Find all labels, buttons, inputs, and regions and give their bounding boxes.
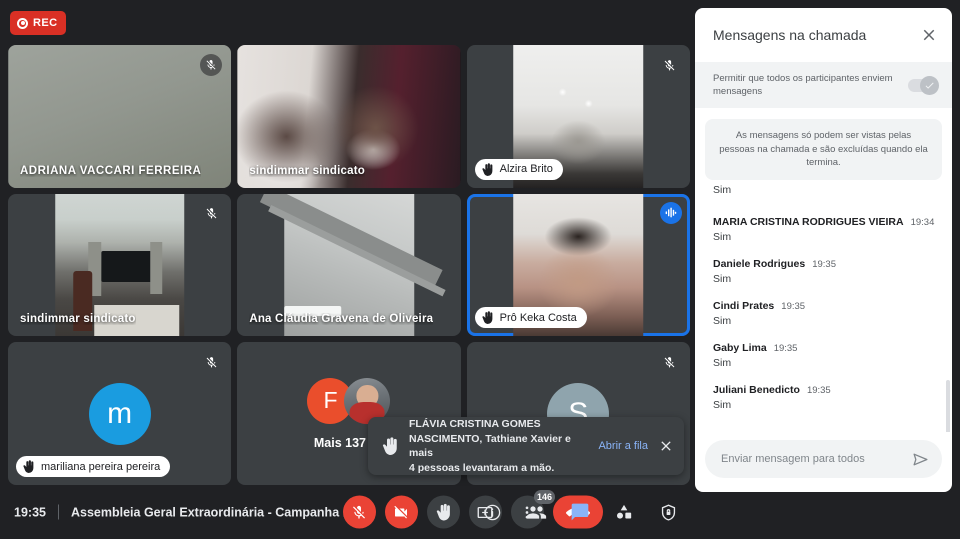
participant-name-pill: Prô Keka Costa	[475, 307, 587, 328]
chat-message-time: 19:34	[911, 217, 935, 228]
chat-message: Juliani Benedicto 19:35 Sim	[713, 384, 938, 411]
raise-hand-icon	[481, 311, 494, 324]
recording-label: REC	[33, 17, 57, 29]
camera-off-button[interactable]	[385, 496, 418, 529]
meeting-details-button[interactable]	[479, 499, 505, 525]
participant-name: sindimmar sindicato	[249, 165, 365, 177]
participants-button[interactable]: 146	[523, 499, 549, 525]
chat-message-body: Sim	[713, 315, 938, 327]
participant-tile[interactable]: sindimmar sindicato	[8, 194, 231, 337]
chat-message-author: Juliani Benedicto	[713, 384, 800, 396]
chat-message-list[interactable]: Sim MARIA CRISTINA RODRIGUES VIEIRA 19:3…	[695, 180, 952, 433]
participant-name: Ana Cláudia Gravena de Oliveira	[249, 313, 433, 325]
toast-line-3: 4 pessoas levantaram a mão.	[409, 461, 588, 476]
participant-tile[interactable]: ADRIANA VACCARI FERREIRA	[8, 45, 231, 188]
speaking-indicator-icon	[660, 202, 682, 224]
open-queue-link[interactable]: Abrir a fila	[598, 440, 648, 452]
chat-message: Gaby Lima 19:35 Sim	[713, 342, 938, 369]
raise-hand-icon	[481, 163, 494, 176]
close-icon[interactable]	[658, 438, 674, 454]
chat-message-body: Sim	[713, 231, 938, 243]
participant-tile[interactable]: sindimmar sindicato	[237, 45, 460, 188]
toast-line-1: FLÁVIA CRISTINA GOMES	[409, 417, 588, 432]
chat-compose-box	[705, 440, 942, 478]
host-controls-button[interactable]	[655, 499, 681, 525]
chat-button[interactable]	[567, 499, 593, 525]
chat-message-body: Sim	[713, 273, 938, 285]
chat-permission-toggle[interactable]	[908, 79, 938, 92]
raise-hand-button[interactable]	[427, 496, 460, 529]
participants-count-badge: 146	[534, 490, 555, 504]
chat-message-author: Gaby Lima	[713, 342, 767, 354]
google-meet-window: REC ADRIANA VACCARI FERREIRA sindimmar s…	[0, 0, 960, 539]
meeting-title: Assembleia Geral Extraordinária - Campan…	[71, 505, 353, 519]
chat-message-header: Gaby Lima 19:35	[713, 342, 938, 354]
participant-name: mariliana pereira pereira	[41, 461, 160, 473]
participant-tile-active[interactable]: Prô Keka Costa	[467, 194, 690, 337]
chat-message-header: Daniele Rodrigues 19:35	[713, 258, 938, 270]
chat-message-time: 19:35	[774, 343, 798, 354]
raise-hand-toast: FLÁVIA CRISTINA GOMES NASCIMENTO, Tathia…	[368, 417, 684, 475]
chat-message: Cindi Prates 19:35 Sim	[713, 300, 938, 327]
participant-tile[interactable]: m mariliana pereira pereira	[8, 342, 231, 485]
participant-name: Prô Keka Costa	[500, 312, 577, 324]
chat-message: MARIA CRISTINA RODRIGUES VIEIRA 19:34 Si…	[713, 216, 938, 243]
toast-line-2: NASCIMENTO, Tathiane Xavier e mais	[409, 432, 588, 461]
chat-message: Sim	[713, 184, 938, 196]
chat-panel: Mensagens na chamada Permitir que todos …	[695, 8, 952, 492]
meeting-clock: 19:35	[14, 505, 46, 519]
chat-scrollbar[interactable]	[946, 380, 950, 433]
chat-title: Mensagens na chamada	[713, 27, 920, 43]
toggle-knob	[920, 76, 939, 95]
chat-message-time: 19:35	[781, 301, 805, 312]
chat-message-time: 19:35	[812, 259, 836, 270]
chat-header: Mensagens na chamada	[695, 8, 952, 62]
participant-tile[interactable]: Ana Cláudia Gravena de Oliveira	[237, 194, 460, 337]
chat-message-time: 19:35	[807, 385, 831, 396]
send-icon[interactable]	[912, 451, 929, 468]
chat-message: Daniele Rodrigues 19:35 Sim	[713, 258, 938, 285]
participant-name: Alzira Brito	[500, 163, 553, 175]
chat-message-header: Cindi Prates 19:35	[713, 300, 938, 312]
chat-message-author: Daniele Rodrigues	[713, 258, 805, 270]
mic-off-icon	[200, 351, 222, 373]
avatar-initial: m	[107, 397, 132, 431]
participant-name-pill: Alzira Brito	[475, 159, 563, 180]
mic-off-icon	[659, 54, 681, 76]
chat-permission-setting: Permitir que todos os participantes envi…	[695, 62, 952, 108]
participant-name-pill: mariliana pereira pereira	[16, 456, 170, 477]
raise-hand-icon	[381, 437, 399, 455]
mic-off-icon	[659, 351, 681, 373]
chat-message-body: Sim	[713, 399, 938, 411]
chat-message-header: MARIA CRISTINA RODRIGUES VIEIRA 19:34	[713, 216, 938, 228]
chat-permission-label: Permitir que todos os participantes envi…	[713, 72, 900, 98]
participant-tile[interactable]: Alzira Brito	[467, 45, 690, 188]
chat-message-body: Sim	[713, 357, 938, 369]
bottom-toolbar: 19:35 Assembleia Geral Extraordinária - …	[0, 485, 695, 539]
participant-name: sindimmar sindicato	[20, 313, 136, 325]
chat-message-input[interactable]	[721, 453, 906, 465]
toast-message: FLÁVIA CRISTINA GOMES NASCIMENTO, Tathia…	[409, 417, 588, 475]
activities-button[interactable]	[611, 499, 637, 525]
meeting-info: 19:35 Assembleia Geral Extraordinária - …	[14, 505, 353, 520]
mic-off-icon	[200, 203, 222, 225]
microphone-muted-button[interactable]	[343, 496, 376, 529]
avatar: m	[89, 383, 151, 445]
record-circle-icon	[17, 18, 28, 29]
chat-message-author: MARIA CRISTINA RODRIGUES VIEIRA	[713, 216, 904, 228]
right-action-icons: 146	[479, 485, 681, 539]
close-icon[interactable]	[920, 26, 938, 44]
recording-badge: REC	[10, 11, 66, 35]
chat-message-header: Juliani Benedicto 19:35	[713, 384, 938, 396]
divider	[58, 505, 59, 520]
chat-message-author: Cindi Prates	[713, 300, 774, 312]
chat-compose-area	[695, 432, 952, 492]
chat-privacy-notice: As mensagens só podem ser vistas pelas p…	[705, 119, 942, 180]
avatar-initial: F	[323, 387, 337, 414]
chat-message-body: Sim	[713, 184, 938, 196]
participant-name: ADRIANA VACCARI FERREIRA	[20, 165, 201, 177]
raise-hand-icon	[22, 460, 35, 473]
